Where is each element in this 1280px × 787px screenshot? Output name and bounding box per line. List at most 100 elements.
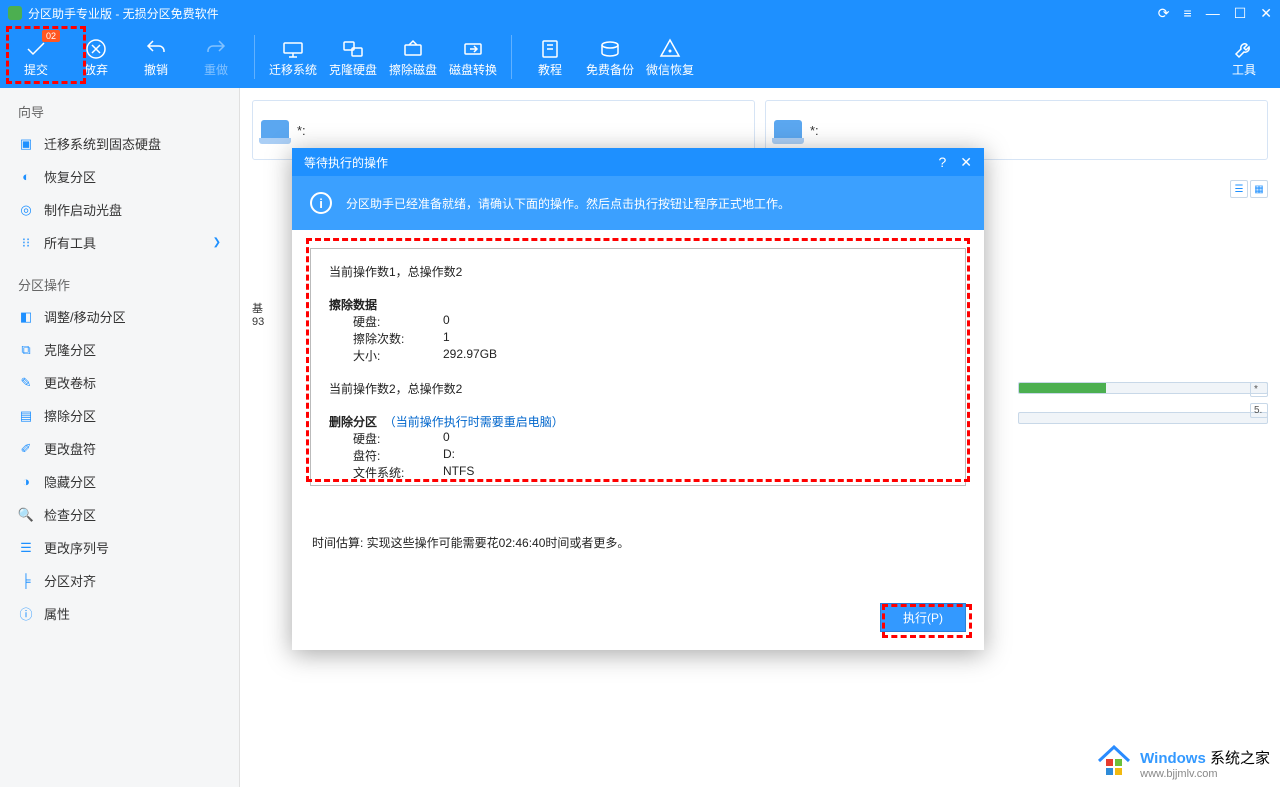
chevron-right-icon: ❯	[213, 237, 221, 248]
migrate-button[interactable]: 迁移系统	[263, 28, 323, 86]
wipe-button[interactable]: 擦除磁盘	[383, 28, 443, 86]
undo-icon	[144, 37, 168, 61]
progress-area: * 5.	[1018, 382, 1268, 428]
convert-button[interactable]: 磁盘转换	[443, 28, 503, 86]
windows-logo-icon	[1096, 745, 1132, 781]
backup-button[interactable]: 免费备份	[580, 28, 640, 86]
submit-badge: 02	[42, 30, 60, 42]
wipe-part-icon: ▤	[18, 408, 34, 424]
progress-bar	[1018, 382, 1268, 394]
tutorial-button[interactable]: 教程	[520, 28, 580, 86]
sidebar-item-drive-letter[interactable]: ✐更改盘符	[0, 432, 239, 465]
search-icon: 🔍	[18, 507, 34, 523]
sidebar-item-resize[interactable]: ◧调整/移动分区	[0, 300, 239, 333]
op1-header: 当前操作数1，总操作数2	[329, 263, 947, 280]
disk-icon	[774, 120, 802, 140]
list-view-icon[interactable]: ☰	[1230, 180, 1248, 198]
pending-operations-dialog: 等待执行的操作 ? ✕ i 分区助手已经准备就绪，请确认下面的操作。然后点击执行…	[292, 148, 984, 650]
align-icon: ╞	[18, 573, 34, 589]
tools-button[interactable]: 工具	[1214, 28, 1274, 86]
dialog-close-icon[interactable]: ✕	[960, 154, 972, 171]
title-controls: ⟳ ≡ — ☐ ✕	[1158, 5, 1272, 22]
dialog-title: 等待执行的操作	[304, 154, 388, 171]
sidebar-item-hide[interactable]: ◑隐藏分区	[0, 465, 239, 498]
disc-icon: ◎	[18, 202, 34, 218]
info-icon: ⓘ	[18, 606, 34, 622]
grid-view-icon[interactable]: ▦	[1250, 180, 1268, 198]
refresh-icon[interactable]: ⟳	[1158, 5, 1170, 22]
watermark: Windows 系统之家 www.bjjmlv.com	[1096, 745, 1270, 781]
hide-icon: ◑	[18, 474, 34, 490]
redo-icon	[204, 37, 228, 61]
disk-icon	[261, 120, 289, 140]
resize-icon: ◧	[18, 309, 34, 325]
dialog-info-bar: i 分区助手已经准备就绪，请确认下面的操作。然后点击执行按钮让程序正式地工作。	[292, 176, 984, 230]
maximize-icon[interactable]: ☐	[1234, 5, 1247, 22]
label-icon: ✎	[18, 375, 34, 391]
clone-icon	[341, 37, 365, 61]
progress-bar-2	[1018, 412, 1268, 424]
op2-title: 删除分区	[329, 415, 377, 429]
op2-header: 当前操作数2，总操作数2	[329, 380, 947, 397]
letter-icon: ✐	[18, 441, 34, 457]
disk-preview-label: 基 93	[252, 300, 292, 328]
menu-icon[interactable]: ≡	[1184, 5, 1192, 22]
cloud-icon	[598, 37, 622, 61]
sidebar-item-props[interactable]: ⓘ属性	[0, 597, 239, 630]
sidebar-item-bootdisc[interactable]: ◎制作启动光盘	[0, 193, 239, 226]
time-estimate: 时间估算: 实现这些操作可能需要花02:46:40时间或者更多。	[310, 534, 966, 551]
sidebar-item-align[interactable]: ╞分区对齐	[0, 564, 239, 597]
cancel-icon	[84, 37, 108, 61]
dots-icon: ⁝⁝	[18, 235, 34, 251]
submit-button[interactable]: 02 提交	[6, 28, 66, 86]
serial-icon: ☰	[18, 540, 34, 556]
sidebar-item-serial[interactable]: ☰更改序列号	[0, 531, 239, 564]
titlebar: 分区助手专业版 - 无损分区免费软件 ⟳ ≡ — ☐ ✕	[0, 0, 1280, 26]
dialog-titlebar: 等待执行的操作 ? ✕	[292, 148, 984, 176]
undo-button[interactable]: 撤销	[126, 28, 186, 86]
book-icon	[538, 37, 562, 61]
sidebar-item-clone-part[interactable]: ⧉克隆分区	[0, 333, 239, 366]
toolbar: 02 提交 放弃 撤销 重做 迁移系统 克隆硬盘 擦除磁盘 磁盘转换 教程 免费…	[0, 26, 1280, 88]
sidebar-item-wipe-part[interactable]: ▤擦除分区	[0, 399, 239, 432]
clone-part-icon: ⧉	[18, 342, 34, 358]
view-toggle: ☰ ▦	[1230, 180, 1268, 198]
sidebar: 向导 ▣迁移系统到固态硬盘 ◐恢复分区 ◎制作启动光盘 ⁝⁝所有工具❯ 分区操作…	[0, 88, 240, 787]
watermark-brand: Windows 系统之家	[1140, 747, 1270, 768]
sidebar-item-alltools[interactable]: ⁝⁝所有工具❯	[0, 226, 239, 259]
discard-button[interactable]: 放弃	[66, 28, 126, 86]
convert-icon	[461, 37, 485, 61]
op2-note: （当前操作执行时需要重启电脑）	[384, 415, 564, 429]
redo-button[interactable]: 重做	[186, 28, 246, 86]
wechat-icon	[658, 37, 682, 61]
clone-button[interactable]: 克隆硬盘	[323, 28, 383, 86]
operations-list: 当前操作数1，总操作数2 擦除数据 硬盘:0 擦除次数:1 大小:292.97G…	[310, 248, 966, 486]
wrench-icon	[1232, 37, 1256, 61]
toolbar-separator	[511, 35, 512, 79]
sidebar-section-wizard: 向导	[0, 96, 239, 127]
dialog-info-text: 分区助手已经准备就绪，请确认下面的操作。然后点击执行按钮让程序正式地工作。	[346, 195, 790, 212]
sidebar-item-label[interactable]: ✎更改卷标	[0, 366, 239, 399]
info-circle-icon: i	[310, 192, 332, 214]
wechat-button[interactable]: 微信恢复	[640, 28, 700, 86]
migrate-icon	[281, 37, 305, 61]
toolbar-separator	[254, 35, 255, 79]
close-icon[interactable]: ✕	[1260, 5, 1272, 22]
disk-label: *:	[297, 123, 306, 138]
minimize-icon[interactable]: —	[1206, 5, 1220, 22]
wipe-icon	[401, 37, 425, 61]
execute-button[interactable]: 执行(P)	[880, 603, 966, 632]
sidebar-item-recover[interactable]: ◐恢复分区	[0, 160, 239, 193]
op1-title: 擦除数据	[329, 296, 947, 313]
sidebar-item-migrate-ssd[interactable]: ▣迁移系统到固态硬盘	[0, 127, 239, 160]
sidebar-section-partition: 分区操作	[0, 269, 239, 300]
sidebar-item-check[interactable]: 🔍检查分区	[0, 498, 239, 531]
progress-labels: * 5.	[1250, 382, 1268, 418]
watermark-url: www.bjjmlv.com	[1140, 768, 1270, 780]
app-title: 分区助手专业版 - 无损分区免费软件	[28, 5, 219, 22]
ssd-icon: ▣	[18, 136, 34, 152]
disk-label: *:	[810, 123, 819, 138]
app-icon	[8, 6, 22, 20]
help-icon[interactable]: ?	[938, 154, 946, 171]
recover-icon: ◐	[18, 169, 34, 185]
